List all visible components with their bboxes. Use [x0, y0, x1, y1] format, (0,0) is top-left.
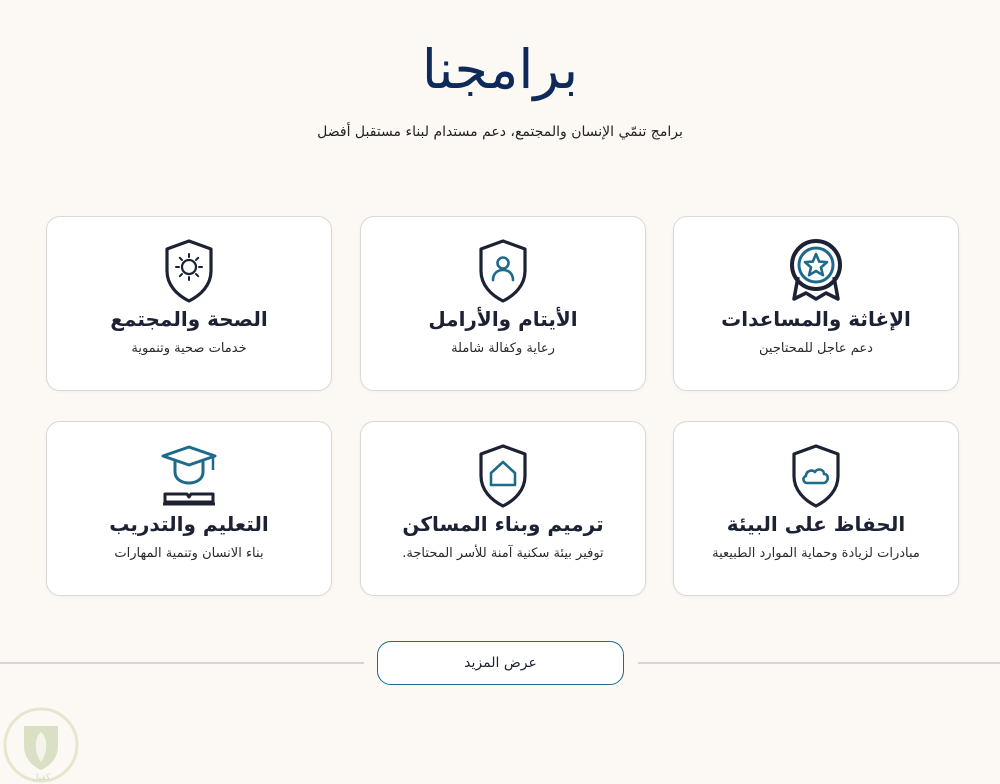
- program-card-environment[interactable]: الحفاظ على البيئة مبادرات لزيادة وحماية …: [673, 421, 959, 596]
- program-title: الإغاثة والمساعدات: [721, 307, 911, 331]
- person-shield-icon: [471, 237, 535, 305]
- program-title: الصحة والمجتمع: [110, 307, 268, 331]
- program-description: خدمات صحية وتنموية: [131, 341, 247, 356]
- program-card-health[interactable]: الصحة والمجتمع خدمات صحية وتنموية: [46, 216, 332, 391]
- program-card-housing[interactable]: ترميم وبناء المساكن توفير بيئة سكنية آمن…: [360, 421, 646, 596]
- program-card-relief[interactable]: الإغاثة والمساعدات دعم عاجل للمحتاجين: [673, 216, 959, 391]
- program-description: رعاية وكفالة شاملة: [451, 341, 555, 356]
- award-star-icon: [784, 237, 848, 305]
- sun-shield-icon: [157, 237, 221, 305]
- programs-page: برامجنا برامج تنمّي الإنسان والمجتمع، دع…: [0, 0, 1000, 784]
- program-card-orphans[interactable]: الأيتام والأرامل رعاية وكفالة شاملة: [360, 216, 646, 391]
- program-card-education[interactable]: التعليم والتدريب بناء الانسان وتنمية الم…: [46, 421, 332, 596]
- divider-right: [638, 662, 1000, 664]
- page-subtitle: برامج تنمّي الإنسان والمجتمع، دعم مستدام…: [317, 124, 683, 140]
- program-description: توفير بيئة سكنية آمنة للأسر المحتاجة.: [402, 546, 604, 561]
- program-description: مبادرات لزيادة وحماية الموارد الطبيعية: [712, 546, 920, 561]
- page-title: برامجنا: [421, 38, 579, 101]
- brand-logo: كفيل: [2, 706, 80, 784]
- show-more-button[interactable]: عرض المزيد: [377, 641, 624, 685]
- program-title: الحفاظ على البيئة: [726, 512, 906, 536]
- divider-left: [0, 662, 364, 664]
- house-shield-icon: [471, 442, 535, 510]
- program-title: التعليم والتدريب: [109, 512, 269, 536]
- program-title: ترميم وبناء المساكن: [402, 512, 604, 536]
- program-title: الأيتام والأرامل: [428, 307, 578, 331]
- program-description: دعم عاجل للمحتاجين: [759, 341, 873, 356]
- program-description: بناء الانسان وتنمية المهارات: [114, 546, 264, 561]
- graduation-cap-icon: [157, 442, 221, 510]
- svg-text:كفيل: كفيل: [32, 773, 51, 783]
- cloud-shield-icon: [784, 442, 848, 510]
